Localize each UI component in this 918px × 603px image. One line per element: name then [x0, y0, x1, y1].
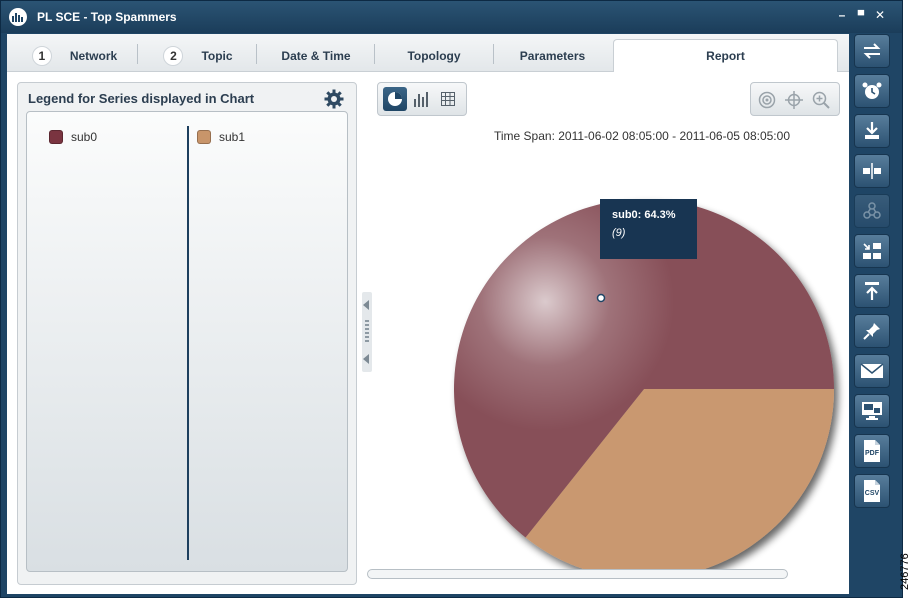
time-span-text: Time Span: 2011-06-02 08:05:00 - 2011-06… [494, 129, 790, 143]
tab-topology[interactable]: Topology [375, 40, 493, 72]
mail-icon[interactable] [854, 354, 890, 388]
close-button[interactable]: ✕ [873, 8, 887, 22]
split-icon[interactable] [854, 154, 890, 188]
legend-item-sub1[interactable]: sub1 [197, 130, 245, 144]
tab-topic[interactable]: 2 Topic [139, 40, 257, 72]
legend-panel: Legend for Series displayed in Chart sub… [17, 82, 357, 585]
tab-label: Topology [407, 49, 461, 63]
title-bar: PL SCE - Top Spammers – ▀ ✕ [1, 1, 902, 33]
legend-divider [187, 126, 189, 560]
collapse-left-icon[interactable] [363, 300, 369, 310]
tooltip-anchor-marker [596, 293, 606, 303]
tooltip-count: (9) [612, 227, 626, 239]
wizard-tab-bar: 1 Network 2 Topic Date & Time Topology P… [7, 34, 849, 72]
legend-swatch [49, 130, 63, 144]
legend-swatch [197, 130, 211, 144]
swap-arrows-icon[interactable] [854, 34, 890, 68]
bar-chart-icon [414, 92, 428, 107]
slice-tooltip: sub0: 64.3% (9) [600, 199, 697, 259]
main-content: 1 Network 2 Topic Date & Time Topology P… [7, 34, 849, 594]
chart-view-toolbar [377, 82, 467, 116]
alarm-clock-icon[interactable] [854, 74, 890, 108]
zoom-in-icon[interactable] [809, 88, 833, 112]
pin-icon[interactable] [854, 314, 890, 348]
tab-label: Date & Time [281, 49, 351, 63]
figure-id: 246776 [899, 553, 911, 590]
legend-item-sub0[interactable]: sub0 [49, 130, 97, 144]
minimize-button[interactable]: – [835, 8, 849, 22]
tab-date-time[interactable]: Date & Time [257, 40, 375, 72]
csv-icon[interactable]: CSV [854, 474, 890, 508]
monitor-icon[interactable] [854, 394, 890, 428]
pdf-label: PDF [865, 449, 879, 457]
tab-label: Network [69, 49, 118, 63]
legend-list: sub0 sub1 [26, 111, 348, 572]
tab-step-number: 2 [163, 46, 184, 66]
tab-network[interactable]: 1 Network [17, 40, 132, 72]
grip-icon [365, 320, 369, 344]
csv-label: CSV [864, 489, 880, 497]
table-grid-icon [441, 92, 455, 106]
time-span-label: Time Span: 2011-06-02 08:05:00 - 2011-06… [377, 129, 907, 143]
legend-title: Legend for Series displayed in Chart [28, 91, 255, 106]
app-window: PL SCE - Top Spammers – ▀ ✕ 1 Network 2 … [0, 0, 903, 598]
legend-label: sub1 [219, 130, 246, 144]
arrange-icon[interactable] [854, 234, 890, 268]
pdf-icon[interactable]: PDF [854, 434, 890, 468]
network-nodes-icon [854, 194, 890, 228]
app-logo-icon [9, 8, 27, 26]
upload-icon[interactable] [854, 274, 890, 308]
chart-zoom-toolbar [750, 82, 840, 116]
pie-chart-icon [388, 92, 402, 106]
pie-chart-view-button[interactable] [383, 87, 407, 111]
tab-label: Parameters [519, 49, 586, 63]
horizontal-scrollbar[interactable] [367, 569, 788, 579]
tab-parameters[interactable]: Parameters [494, 40, 611, 72]
collapse-left-icon[interactable] [363, 354, 369, 364]
tab-report[interactable]: Report [613, 39, 838, 72]
legend-label: sub0 [71, 130, 98, 144]
tab-label: Report [706, 49, 745, 63]
tab-step-number: 1 [31, 46, 52, 66]
maximize-button[interactable]: ▀ [854, 8, 868, 22]
crosshair-icon[interactable] [782, 88, 806, 112]
target-icon[interactable] [755, 88, 779, 112]
tooltip-label: sub0: 64.3% [612, 209, 676, 221]
download-icon[interactable] [854, 114, 890, 148]
report-action-toolbar: PDF CSV [852, 34, 892, 514]
bar-chart-view-button[interactable] [410, 87, 434, 111]
tab-label: Topic [201, 49, 233, 63]
window-title: PL SCE - Top Spammers [37, 10, 177, 24]
tab-separator [137, 44, 138, 64]
table-view-button[interactable] [436, 87, 460, 111]
panel-splitter-handle[interactable] [362, 292, 372, 372]
